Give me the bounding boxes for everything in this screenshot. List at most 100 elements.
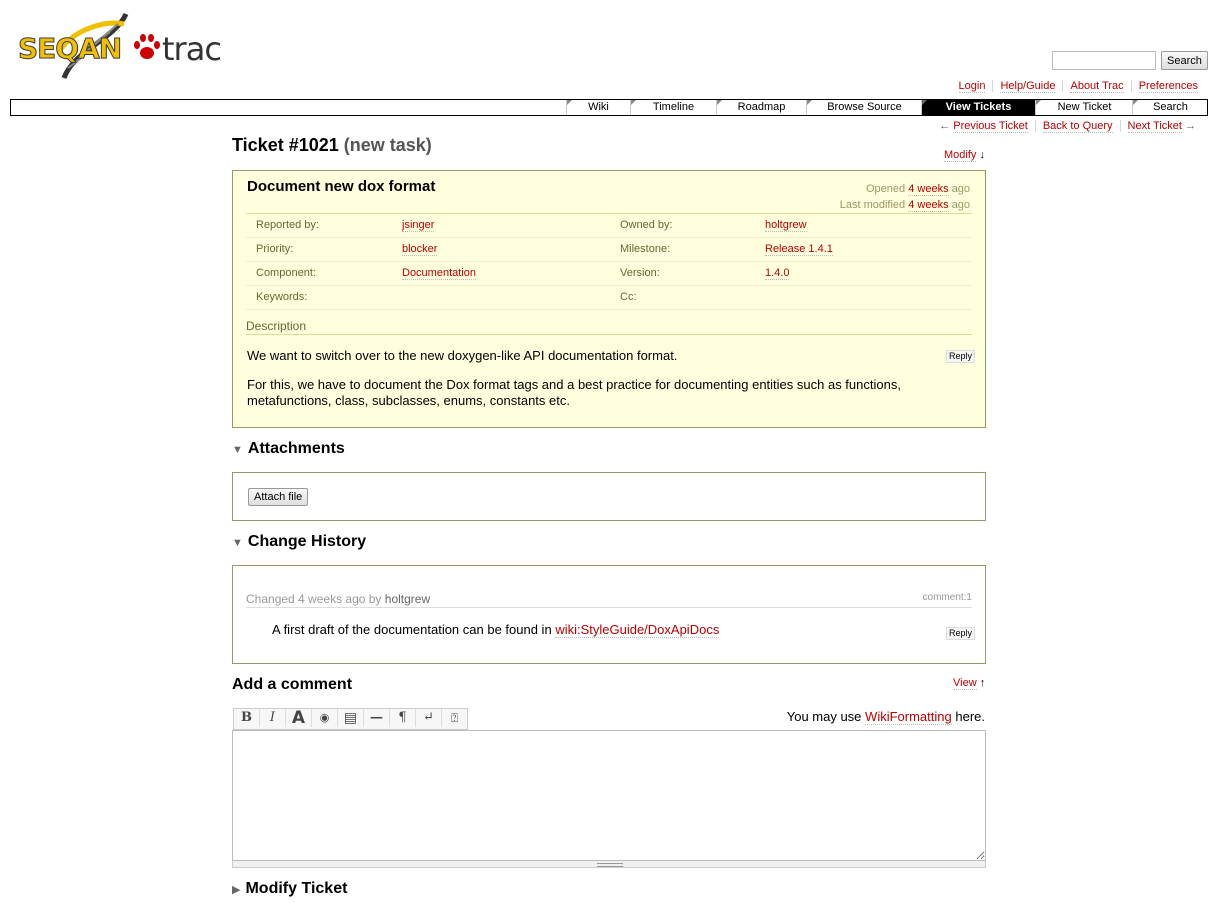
tab-view-tickets[interactable]: View Tickets (921, 100, 1035, 115)
wiki-formatting-hint: You may use WikiFormatting here. (786, 709, 985, 725)
property-row: Priority: blocker Milestone: Release 1.4… (246, 238, 972, 262)
ticket-box: Document new dox format Opened 4 weeks a… (232, 170, 986, 428)
attachments-title: Attachments (247, 440, 345, 457)
attach-file-button[interactable]: Attach file (248, 488, 309, 506)
modified-suffix: ago (951, 199, 970, 211)
paw-icon (134, 34, 160, 59)
preferences-link[interactable]: Preferences (1138, 80, 1198, 93)
priority-label: Priority: (256, 243, 294, 255)
back-to-query-link[interactable]: Back to Query (1042, 120, 1113, 133)
change-author: holtgrew (384, 592, 431, 606)
comment-number-link[interactable]: comment:1 (923, 592, 972, 603)
change-comment: A first draft of the documentation can b… (272, 622, 720, 638)
tab-search[interactable]: Search (1132, 100, 1208, 115)
description-paragraph: We want to switch over to the new doxyge… (247, 348, 678, 363)
view-jump: View ↑ (953, 677, 986, 690)
version-link[interactable]: 1.4.0 (765, 267, 790, 280)
change-header: Changed 4 weeks ago by holtgrew comment:… (246, 592, 972, 608)
italic-icon[interactable]: I (260, 709, 286, 727)
wiki-formatting-link[interactable]: WikiFormatting (865, 709, 952, 725)
link-icon[interactable]: ◉ (312, 709, 338, 727)
property-row: Component: Documentation Version: 1.4.0 (246, 262, 972, 286)
opened-prefix: Opened (866, 183, 906, 195)
modified-time-link[interactable]: 4 weeks (908, 199, 949, 212)
page-title: Ticket #1021 (new task) (232, 135, 432, 156)
collapsed-triangle-icon: ▶ (232, 884, 241, 896)
next-ticket-link[interactable]: Next Ticket (1127, 120, 1182, 133)
down-arrow-icon: ↓ (979, 149, 985, 161)
up-arrow-icon: ↑ (979, 677, 986, 689)
tab-new-ticket[interactable]: New Ticket (1035, 100, 1133, 115)
ticket-number: Ticket #1021 (232, 135, 339, 155)
comment-text: A first draft of the documentation can b… (272, 622, 552, 637)
opened-time-link[interactable]: 4 weeks (908, 183, 949, 196)
hint-prefix: You may use (786, 709, 862, 724)
milestone-label: Milestone: (620, 243, 671, 255)
modify-jump: Modify ↓ (944, 149, 985, 162)
tab-wiki[interactable]: Wiki (566, 100, 630, 115)
change-meta: Changed 4 weeks ago by (246, 592, 382, 606)
ticket-properties: Reported by: jsinger Owned by: holtgrew … (246, 213, 972, 310)
modify-ticket-title: Modify Ticket (245, 880, 348, 897)
expanded-triangle-icon: ▼ (232, 537, 243, 549)
previous-ticket-link[interactable]: Previous Ticket (953, 120, 1028, 133)
about-trac-link[interactable]: About Trac (1070, 80, 1124, 93)
component-label: Component: (256, 267, 316, 279)
wiki-page-link[interactable]: wiki:StyleGuide/DoxApiDocs (555, 622, 720, 638)
bold-icon[interactable]: B (234, 709, 260, 727)
keywords-label: Keywords: (256, 291, 308, 303)
view-link[interactable]: View (953, 677, 977, 690)
change-history-box: Changed 4 weeks ago by holtgrew comment:… (232, 565, 986, 664)
cc-label: Cc: (620, 291, 637, 303)
code-block-icon[interactable]: ▤ (338, 709, 364, 727)
image-icon[interactable]: ⍰ (442, 709, 467, 727)
right-arrow-icon: → (1185, 120, 1196, 132)
modify-link[interactable]: Modify (944, 149, 977, 162)
expanded-triangle-icon: ▼ (232, 444, 243, 456)
search-form: Search (1052, 51, 1208, 70)
description-paragraph: For this, we have to document the Dox fo… (247, 377, 901, 408)
attachments-box: Attach file (232, 472, 986, 521)
description-heading: Description (246, 319, 972, 335)
paragraph-icon[interactable]: ¶ (390, 709, 416, 727)
meta-navigation: Login Help/Guide About Trac Preferences (952, 80, 1205, 93)
opened-suffix: ago (951, 183, 970, 195)
seqan-trac-logo[interactable]: SEQAN trac (14, 10, 229, 82)
version-label: Version: (620, 267, 660, 279)
wiki-toolbar: B I A ◉ ▤ — ¶ ↵ ⍰ (233, 708, 468, 730)
ticket-dates: Opened 4 weeks ago Last modified 4 weeks… (840, 181, 970, 213)
change-history-heading[interactable]: ▼ Change History (232, 533, 366, 551)
heading-icon[interactable]: A (286, 709, 312, 727)
comment-textarea[interactable] (232, 730, 986, 861)
attachments-heading[interactable]: ▼ Attachments (232, 440, 345, 458)
logo-trac-text: trac (162, 30, 222, 68)
left-arrow-icon: ← (939, 120, 951, 132)
property-row: Keywords: Cc: (246, 286, 972, 310)
modify-ticket-heading[interactable]: ▶ Modify Ticket (232, 880, 347, 898)
tab-roadmap[interactable]: Roadmap (716, 100, 806, 115)
owner-link[interactable]: holtgrew (765, 219, 807, 232)
tab-timeline[interactable]: Timeline (630, 100, 716, 115)
context-navigation: ← Previous Ticket Back to Query Next Tic… (932, 120, 1203, 133)
reported-by-label: Reported by: (256, 219, 319, 231)
reply-button[interactable]: Reply (946, 350, 976, 363)
milestone-link[interactable]: Release 1.4.1 (765, 243, 833, 256)
property-row: Reported by: jsinger Owned by: holtgrew (246, 214, 972, 238)
reporter-link[interactable]: jsinger (402, 219, 435, 232)
priority-link[interactable]: blocker (402, 243, 438, 256)
textarea-resize-handle[interactable] (232, 861, 986, 868)
component-link[interactable]: Documentation (402, 267, 476, 280)
help-guide-link[interactable]: Help/Guide (1000, 80, 1056, 93)
ticket-summary: Document new dox format (247, 178, 436, 195)
tab-browse-source[interactable]: Browse Source (806, 100, 922, 115)
add-comment-heading: Add a comment (232, 676, 353, 693)
horizontal-rule-icon[interactable]: — (364, 709, 390, 727)
change-history-title: Change History (247, 533, 367, 550)
ticket-type: (new task) (343, 135, 432, 155)
main-navigation: Wiki Timeline Roadmap Browse Source View… (10, 99, 1208, 116)
reply-button[interactable]: Reply (946, 627, 976, 640)
search-input[interactable] (1052, 51, 1156, 70)
login-link[interactable]: Login (958, 80, 986, 93)
line-break-icon[interactable]: ↵ (416, 709, 442, 727)
search-button[interactable]: Search (1161, 51, 1208, 70)
